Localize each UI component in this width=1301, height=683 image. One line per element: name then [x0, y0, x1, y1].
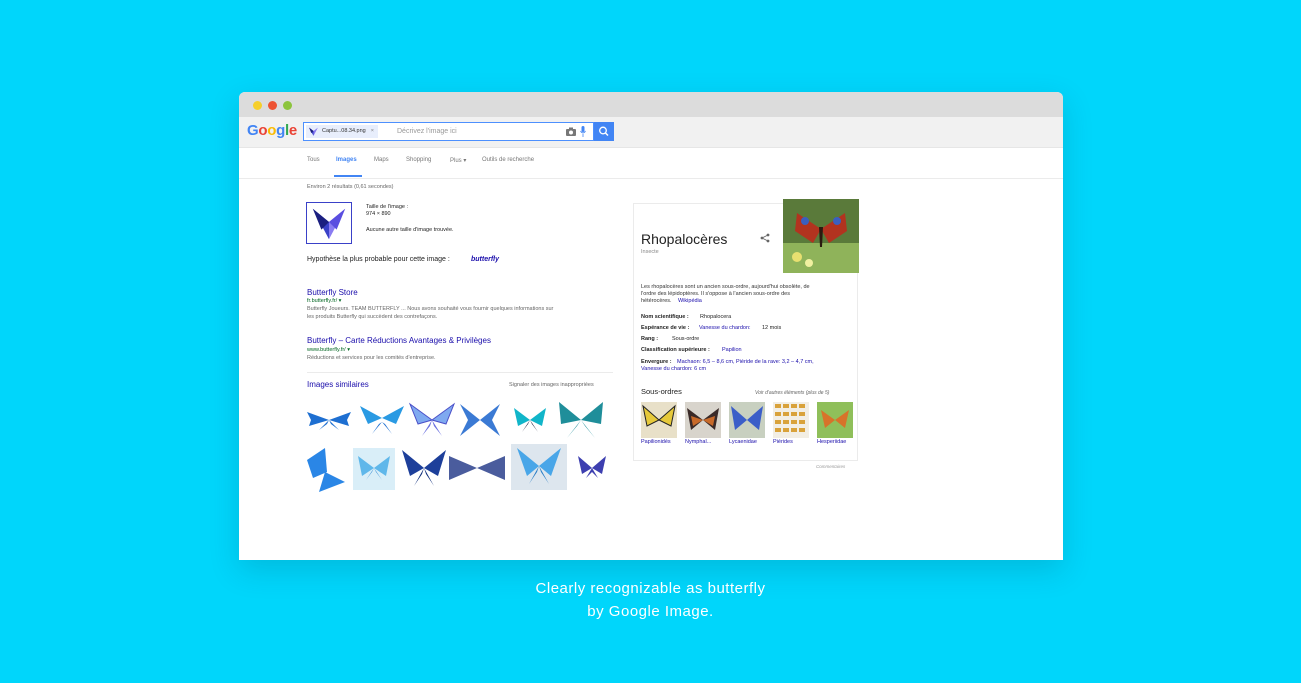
result-title[interactable]: Butterfly Store: [307, 288, 358, 297]
logo-letter: e: [288, 122, 297, 139]
similar-image: [449, 456, 505, 480]
suborder-thumb: [641, 402, 677, 438]
image-size-label: Taille de l'image :: [366, 204, 409, 210]
see-more-link[interactable]: Voir d'autres éléments (plus de 5): [755, 390, 829, 396]
similar-image: [360, 406, 404, 434]
suborder-thumb: [817, 402, 853, 438]
fact-label: Classification supérieure :: [641, 347, 710, 353]
result-url[interactable]: fr.butterfly.fr/ ▾: [307, 298, 341, 304]
logo-letter: g: [276, 122, 285, 139]
suborder-label[interactable]: Hesperiidae: [817, 439, 846, 445]
similar-image: [402, 450, 446, 486]
tab-shopping[interactable]: Shopping: [406, 157, 431, 163]
google-logo[interactable]: Google: [247, 122, 297, 139]
search-icon: [599, 126, 609, 137]
fact-label: Rang :: [641, 336, 659, 342]
share-icon[interactable]: [760, 233, 770, 243]
kp-title: Rhopalocères: [641, 231, 728, 247]
camera-icon[interactable]: [566, 127, 576, 136]
maximize-dot[interactable]: [283, 101, 292, 110]
fact-value: 12 mois: [762, 325, 782, 331]
minimize-dot[interactable]: [253, 101, 262, 110]
kp-description: Les rhopalocères sont un ancien sous-ord…: [641, 284, 810, 290]
kp-subtitle: Insecte: [641, 249, 659, 255]
fact-link[interactable]: Vanesse du chardon: 6 cm: [641, 366, 706, 372]
caption-line: Clearly recognizable as butterfly: [535, 580, 766, 597]
report-link[interactable]: Signaler des images inappropriées: [509, 382, 594, 388]
search-input[interactable]: Décrivez l'image ici: [397, 123, 457, 140]
best-guess-prefix: Hypothèse la plus probable pour cette im…: [307, 256, 450, 263]
suborder-label[interactable]: Lycaenidae: [729, 439, 757, 445]
similar-image: [307, 412, 351, 430]
kp-description: hétérocères.: [641, 298, 672, 304]
tab-more[interactable]: Plus ▾: [450, 157, 466, 164]
browser-window: Google Captu...08.34.png × Décrivez l'ima…: [239, 92, 1063, 560]
result-snippet: Réductions et services pour les comités …: [307, 355, 436, 361]
result-url[interactable]: www.butterfly.fr/ ▾: [307, 347, 350, 353]
google-header: Google Captu...08.34.png × Décrivez l'ima…: [239, 117, 1063, 148]
tab-search-tools[interactable]: Outils de recherche: [482, 157, 534, 163]
image-size-value: 974 × 890: [366, 211, 391, 217]
search-box[interactable]: Captu...08.34.png × Décrivez l'image ici: [303, 122, 594, 141]
logo-letter: o: [267, 122, 277, 139]
fact-label: Espérance de vie :: [641, 325, 690, 331]
caption-line: by Google Image.: [587, 603, 714, 620]
butterfly-logo-icon: [309, 127, 318, 136]
fact-link[interactable]: Papilion: [722, 347, 742, 353]
suborder-label[interactable]: Piérides: [773, 439, 793, 445]
result-title[interactable]: Butterfly – Carte Réductions Avantages &…: [307, 336, 491, 345]
suborders-title: Sous-ordres: [641, 387, 682, 396]
suborder-thumb: [685, 402, 721, 438]
tab-maps[interactable]: Maps: [374, 157, 389, 163]
image-chip[interactable]: Captu...08.34.png ×: [306, 125, 378, 138]
fact-link[interactable]: Machaon: 6,5 – 8,6 cm, Piéride de la rav…: [677, 359, 814, 365]
query-image[interactable]: [306, 202, 352, 244]
title-bar: [239, 92, 1063, 117]
search-tabs: Tous Images Maps Shopping Plus ▾ Outils …: [239, 148, 1063, 179]
similar-image: [578, 456, 606, 478]
suborder-label[interactable]: Papilionidés: [641, 439, 671, 445]
similar-image: [460, 403, 500, 436]
suborder-thumbnails[interactable]: [641, 402, 853, 438]
feedback-link[interactable]: Commentaires: [816, 464, 845, 469]
similar-image: [353, 448, 395, 490]
butterfly-logo-icon: [312, 208, 346, 240]
suborder-label[interactable]: Nymphal...: [685, 439, 711, 445]
best-guess-link[interactable]: butterfly: [471, 256, 499, 263]
similar-images-grid[interactable]: [305, 400, 615, 498]
wikipedia-link[interactable]: Wikipédia: [678, 298, 702, 304]
kp-description: l'ordre des lépidoptères. Il s'oppose à …: [641, 291, 790, 297]
similar-image: [559, 402, 603, 438]
suborder-thumb: [729, 402, 765, 438]
suborder-thumb: [773, 402, 809, 438]
search-button[interactable]: [594, 122, 614, 141]
fact-link[interactable]: Vanesse du chardon:: [699, 325, 751, 331]
knowledge-panel: Rhopalocères Insecte Les rhopalocères so…: [633, 199, 859, 461]
microphone-icon[interactable]: [580, 126, 586, 137]
similar-image: [514, 408, 546, 432]
fact-label: Envergure :: [641, 359, 672, 365]
chip-close-icon[interactable]: ×: [371, 128, 374, 134]
chip-filename: Captu...08.34.png: [322, 128, 366, 134]
logo-letter: o: [258, 122, 268, 139]
fact-value: Sous-ordre: [672, 336, 700, 342]
result-snippet: les produits Butterfly qui succèdent des…: [307, 314, 438, 320]
close-dot[interactable]: [268, 101, 277, 110]
result-stats: Environ 2 résultats (0,61 secondes): [307, 184, 394, 190]
tab-all[interactable]: Tous: [307, 157, 320, 163]
result-snippet: Butterfly Joueurs. TEAM BUTTERFLY ... No…: [307, 306, 554, 312]
divider: [307, 372, 613, 373]
no-other-size: Aucune autre taille d'image trouvée.: [366, 227, 454, 233]
logo-letter: G: [247, 122, 259, 139]
tab-images[interactable]: Images: [336, 157, 357, 163]
similar-images-title[interactable]: Images similaires: [307, 380, 369, 389]
fact-value: Rhopalocera: [700, 314, 732, 320]
fact-label: Nom scientifique :: [641, 314, 689, 320]
active-tab-indicator: [334, 175, 362, 177]
butterfly-photo[interactable]: [783, 199, 859, 273]
similar-image: [408, 402, 456, 436]
similar-image: [307, 448, 345, 492]
